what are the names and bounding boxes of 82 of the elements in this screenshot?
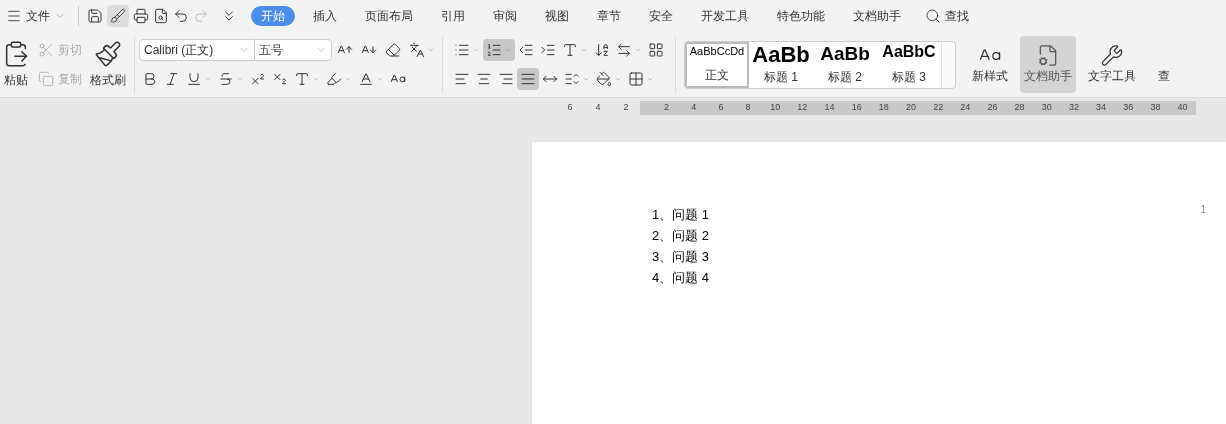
tool-button[interactable]: 查	[1148, 36, 1180, 93]
ribbon-tab[interactable]: 开发工具	[691, 6, 759, 26]
tool-button[interactable]: 文档助手	[1020, 36, 1076, 93]
format-painter-button[interactable]: 格式刷	[90, 36, 126, 93]
list-item: 3、问题 3	[652, 248, 710, 266]
ribbon-tab[interactable]: 审阅	[483, 6, 527, 26]
tab-glyph-icon	[616, 42, 632, 59]
ruler-number: 40	[1176, 101, 1189, 115]
ruler-number: 6	[566, 101, 574, 115]
numbered-list-glyph-icon	[486, 42, 502, 59]
ribbon-tab[interactable]: 插入	[303, 6, 347, 26]
ribbon-tab[interactable]: 安全	[639, 6, 683, 26]
justify-icon[interactable]	[517, 67, 539, 90]
list-item: 4、问题 4	[652, 269, 710, 287]
copy-icon	[38, 70, 54, 87]
ruler-number: 10	[769, 101, 782, 115]
ribbon-tab[interactable]: 视图	[535, 6, 579, 26]
italic-glyph-icon	[164, 70, 180, 87]
highlight-glyph-icon	[326, 70, 342, 87]
ruler-number: 36	[1122, 101, 1135, 115]
ruler-number: 2	[622, 101, 630, 115]
style-item[interactable]: AaBbCcDd 正文	[685, 41, 749, 88]
ruler-number: 38	[1149, 101, 1162, 115]
ribbon-tab[interactable]: 章节	[587, 6, 631, 26]
ruler-number: 6	[717, 101, 725, 115]
ribbon-tab[interactable]: 特色功能	[767, 6, 835, 26]
ruler-number: 8	[744, 101, 752, 115]
border-glyph-icon	[628, 70, 644, 87]
font-name-field[interactable]: Calibri (正文)	[139, 39, 255, 62]
layout-glyph-icon	[648, 42, 664, 59]
ruler-number: 26	[986, 101, 999, 115]
menu-icon	[6, 8, 22, 24]
file-menu[interactable]: 文件	[2, 7, 70, 25]
ruler-number: 18	[877, 101, 890, 115]
ruler-number: 24	[959, 101, 972, 115]
shading-glyph-icon	[596, 70, 612, 87]
ruler-number: 20	[904, 101, 917, 115]
ribbon-tab[interactable]: 文档助手	[843, 6, 911, 26]
bold-glyph-icon	[142, 70, 158, 87]
tool-button[interactable]: 新样式	[968, 36, 1012, 93]
font-color-glyph-icon	[358, 70, 374, 87]
ruler-number: 30	[1040, 101, 1053, 115]
style-item[interactable]: AaBb 标题 1	[749, 41, 813, 88]
font-size-field[interactable]: 五号	[254, 39, 332, 62]
paintbrush-icon	[94, 40, 122, 68]
paste-button[interactable]: 粘贴	[2, 36, 30, 93]
ruler-number: 4	[594, 101, 602, 115]
search-icon	[925, 8, 941, 24]
ruler-number: 32	[1067, 101, 1080, 115]
gallery-scrollbar[interactable]	[941, 41, 953, 88]
ruler-number: 16	[850, 101, 863, 115]
scissors-icon	[38, 42, 54, 59]
ruler-number: 28	[1013, 101, 1026, 115]
style-item[interactable]: AaBb 标题 2	[813, 41, 877, 88]
brush-icon	[110, 8, 126, 24]
numbered-list-icon[interactable]	[483, 39, 515, 62]
ruler-number: 4	[690, 101, 698, 115]
sort-glyph-icon	[594, 42, 610, 59]
list-item: 1、问题 1	[652, 206, 710, 224]
phonetic-glyph-icon	[409, 42, 425, 59]
ribbon-tab[interactable]: 引用	[431, 6, 475, 26]
ruler-number: 14	[823, 101, 836, 115]
ruler-number: 22	[932, 101, 945, 115]
search-button[interactable]: 查找	[917, 7, 977, 25]
wrench-icon	[1100, 44, 1124, 67]
ruler-number: 34	[1095, 101, 1108, 115]
clear-format-glyph-icon	[385, 42, 401, 59]
tool-button[interactable]: 文字工具	[1084, 36, 1140, 93]
underline-glyph-icon	[186, 70, 202, 87]
format-painter-button[interactable]	[107, 5, 129, 27]
list-item: 2、问题 2	[652, 227, 710, 245]
page-number: 1	[1200, 203, 1206, 217]
save-icon[interactable]	[87, 8, 103, 24]
print-icon[interactable]	[133, 8, 149, 24]
ruler-number: 2	[663, 101, 671, 115]
preview-icon[interactable]	[153, 8, 169, 24]
text-effect-glyph-icon	[294, 70, 310, 87]
strikethrough-glyph-icon	[218, 70, 234, 87]
ruler-number: 12	[796, 101, 809, 115]
ribbon-tab[interactable]: 页面布局	[355, 6, 423, 26]
undo-icon[interactable]	[173, 8, 189, 24]
style-item[interactable]: AaBbC 标题 3	[877, 41, 941, 88]
